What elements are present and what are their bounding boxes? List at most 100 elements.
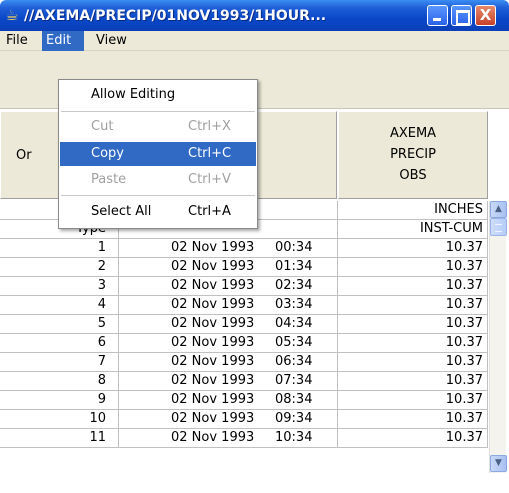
row-datetime: 02 Nov 1993 02:34 [119,277,338,296]
row-time: 05:34 [275,335,313,350]
row-ordinal: 1 [0,239,119,258]
table-row[interactable]: 7 02 Nov 1993 06:34 10.37 [0,353,488,372]
row-time: 10:34 [275,430,313,445]
row-ordinal: 2 [0,258,119,277]
header-parameter: PRECIP [390,147,436,162]
row-time: 07:34 [275,373,313,388]
table-row[interactable]: 1 02 Nov 1993 00:34 10.37 [0,239,488,258]
table-row[interactable]: 6 02 Nov 1993 05:34 10.37 [0,334,488,353]
scroll-up-icon[interactable]: ▲ [490,201,507,218]
row-value: 10.37 [338,334,488,353]
title-bar[interactable]: ☕ //AXEMA/PRECIP/01NOV1993/1HOUR... X [0,0,509,31]
row-ordinal: 4 [0,296,119,315]
type-value: INST-CUM [338,220,488,239]
row-value: 10.37 [338,277,488,296]
row-datetime: 02 Nov 1993 06:34 [119,353,338,372]
row-date: 02 Nov 1993 [171,335,255,350]
row-date: 02 Nov 1993 [171,278,255,293]
scrollbar-thumb[interactable] [490,218,507,236]
table-row[interactable]: 2 02 Nov 1993 01:34 10.37 [0,258,488,277]
row-value: 10.37 [338,410,488,429]
row-value: 10.37 [338,239,488,258]
row-datetime: 02 Nov 1993 09:34 [119,410,338,429]
table-body: INCHES Type INST-CUM 1 02 Nov 199300:34 … [0,201,509,493]
row-date: 02 Nov 1993 [171,392,255,407]
row-datetime: 02 Nov 1993 04:34 [119,315,338,334]
menu-edit[interactable]: Edit [42,31,84,51]
menu-view[interactable]: View [92,31,131,51]
row-date: 02 Nov 1993 [171,354,255,369]
row-value: 10.37 [338,372,488,391]
row-date: 02 Nov 1993 [171,430,255,445]
units-value: INCHES [338,201,488,220]
menu-item-cut[interactable]: Cut Ctrl+X [60,115,256,139]
row-time: 08:34 [275,392,313,407]
paste-label: Paste [91,172,127,187]
row-ordinal: 3 [0,277,119,296]
vertical-scrollbar[interactable]: ▲ ▼ [489,201,507,473]
row-time: 04:34 [275,316,313,331]
header-version: OBS [399,168,427,183]
table-row[interactable]: 9 02 Nov 1993 08:34 10.37 [0,391,488,410]
java-cup-icon[interactable]: ☕ [5,7,19,23]
row-datetime: 02 Nov 1993 07:34 [119,372,338,391]
menu-bar: File Edit View [0,31,509,51]
table-row[interactable]: 3 02 Nov 1993 02:34 10.37 [0,277,488,296]
row-time: 03:34 [275,297,313,312]
row-datetime: 02 Nov 1993 08:34 [119,391,338,410]
cut-label: Cut [91,119,114,134]
row-time: 02:34 [275,278,313,293]
close-icon[interactable]: X [475,5,496,26]
row-date: 02 Nov 1993 [171,316,255,331]
cut-shortcut: Ctrl+X [188,119,231,134]
row-datetime: 02 Nov 1993 01:34 [119,258,338,277]
header-value[interactable]: AXEMA PRECIP OBS [338,111,488,199]
menu-item-paste[interactable]: Paste Ctrl+V [60,168,256,192]
row-date: 02 Nov 1993 [171,240,255,255]
row-ordinal: 8 [0,372,119,391]
menu-file[interactable]: File [2,31,32,51]
row-time: 09:34 [275,411,313,426]
row-date: 02 Nov 1993 [171,259,255,274]
row-ordinal: 6 [0,334,119,353]
close-glyph: X [479,6,492,24]
row-ordinal: 10 [0,410,119,429]
row-ordinal: 9 [0,391,119,410]
table-row[interactable]: 8 02 Nov 1993 07:34 10.37 [0,372,488,391]
row-value: 10.37 [338,315,488,334]
minimize-icon[interactable] [427,5,448,26]
row-time: 01:34 [275,259,313,274]
row-value: 10.37 [338,353,488,372]
menu-item-copy[interactable]: Copy Ctrl+C [60,142,256,166]
row-datetime: 02 Nov 1993 05:34 [119,334,338,353]
row-value: 10.37 [338,429,488,448]
allow-editing-label: Allow Editing [91,87,176,102]
row-ordinal: 7 [0,353,119,372]
row-date: 02 Nov 1993 [171,373,255,388]
table-row[interactable]: 10 02 Nov 1993 09:34 10.37 [0,410,488,429]
row-date: 02 Nov 1993 [171,411,255,426]
copy-label: Copy [91,146,124,161]
menu-item-select-all[interactable]: Select All Ctrl+A [60,200,256,224]
row-value: 10.37 [338,258,488,277]
row-datetime: 02 Nov 1993 00:34 [119,239,338,258]
menu-item-allow-editing[interactable]: Allow Editing [60,83,256,107]
table-row[interactable]: 5 02 Nov 1993 04:34 10.37 [0,315,488,334]
window-title: //AXEMA/PRECIP/01NOV1993/1HOUR... [24,8,327,24]
select-all-shortcut: Ctrl+A [188,204,231,219]
header-location: AXEMA [389,126,437,141]
row-value: 10.37 [338,391,488,410]
menu-separator [61,111,255,112]
table-row[interactable]: 4 02 Nov 1993 03:34 10.37 [0,296,488,315]
table-window: ☕ //AXEMA/PRECIP/01NOV1993/1HOUR... X Fi… [0,0,509,493]
row-date: 02 Nov 1993 [171,297,255,312]
row-ordinal: 11 [0,429,119,448]
row-time: 00:34 [275,240,313,255]
row-datetime: 02 Nov 1993 03:34 [119,296,338,315]
row-time: 06:34 [275,354,313,369]
scroll-down-icon[interactable]: ▼ [490,455,507,472]
maximize-icon[interactable] [451,5,472,26]
row-datetime: 02 Nov 1993 10:34 [119,429,338,448]
table-row[interactable]: 11 02 Nov 1993 10:34 10.37 [0,429,488,448]
select-all-label: Select All [91,204,152,219]
